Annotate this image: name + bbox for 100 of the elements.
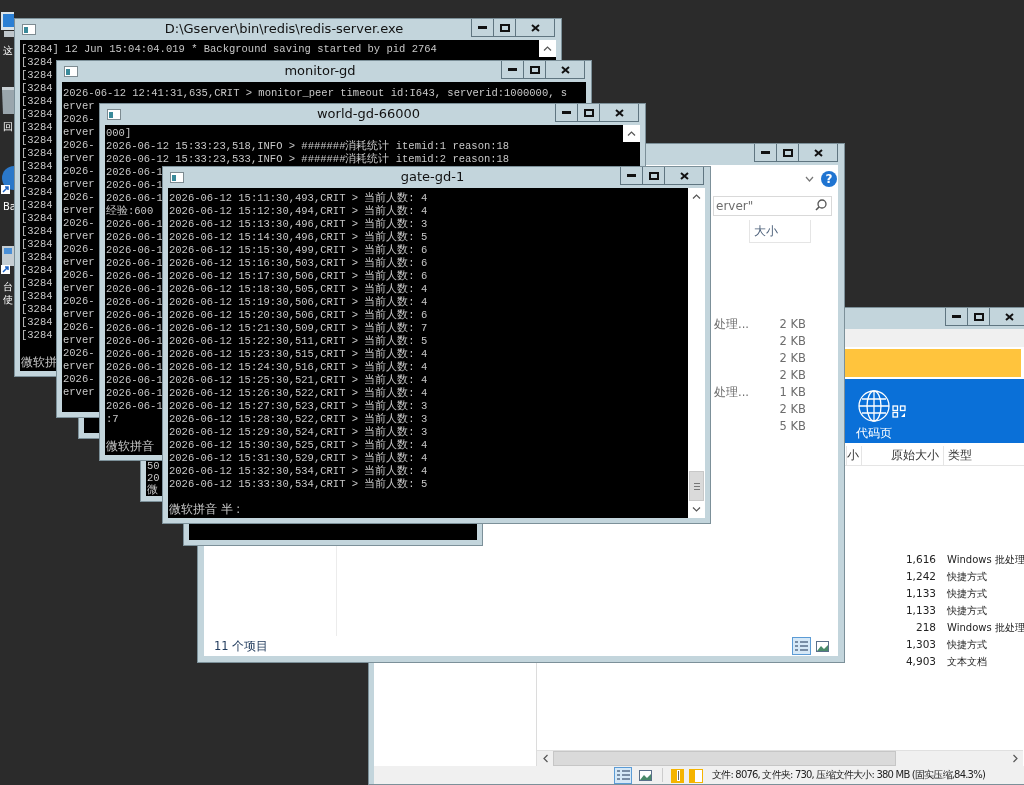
console-line: erver [63, 203, 95, 217]
console-line: [3284 [21, 108, 53, 121]
console-line: 2026-06-12 15:22:30,511,CRIT > 当前人数: 5 [169, 334, 428, 348]
console-line: 000] [106, 127, 132, 140]
maximize-icon [529, 65, 540, 74]
console-line: 2026-06-12 15:29:30,524,CRIT > 当前人数: 3 [169, 425, 428, 439]
console-line: 2026- [63, 268, 95, 282]
minimize-button[interactable] [754, 144, 777, 162]
scroll-thumb[interactable] [689, 471, 704, 501]
console-line: 2026-06-12 15:31:30,529,CRIT > 当前人数: 4 [169, 451, 428, 465]
console-icon [22, 24, 36, 35]
details-view-icon [795, 640, 808, 652]
console-line: [3284 [21, 316, 53, 329]
close-button[interactable] [664, 167, 704, 185]
console-line: 2026-06-12 15:26:30,522,CRIT > 当前人数: 4 [169, 386, 428, 400]
minimize-icon [508, 68, 517, 71]
minimize-button[interactable] [471, 19, 494, 37]
console-line: 2026- [63, 216, 95, 230]
chevron-right-icon [1012, 754, 1018, 763]
maximize-icon [583, 108, 594, 117]
file-type: Windows 批处理 [946, 621, 1024, 635]
icon-label: 这 [2, 44, 14, 57]
icon-label: 台 使 [2, 280, 14, 306]
maximize-icon [782, 148, 793, 157]
console-line: erver [63, 359, 95, 373]
file-size: 1,303 [904, 637, 937, 652]
console-line: [3284 [21, 251, 53, 264]
column-header[interactable]: 大小 [749, 220, 811, 243]
console-line: 2026-06-1 [106, 400, 163, 413]
minimize-button[interactable] [945, 308, 968, 326]
close-icon [560, 65, 570, 74]
console-line: 2026-06-12 15:33:30,534,CRIT > 当前人数: 5 [169, 477, 428, 491]
caret-icon[interactable] [805, 175, 814, 182]
console-line: 2026- [63, 138, 95, 152]
console-line: [3284 [21, 290, 53, 303]
console-line: 2026-06-12 15:18:30,505,CRIT > 当前人数: 4 [169, 282, 428, 296]
details-view-button[interactable] [792, 637, 811, 655]
console-line: 2026-06-1 [106, 270, 163, 283]
ime-status: 微软拼音 半 : [169, 501, 241, 518]
console-line: 2026-06-12 15:25:30,521,CRIT > 当前人数: 4 [169, 373, 428, 387]
close-button[interactable] [545, 61, 585, 79]
column-header[interactable]: 原始大小 [861, 446, 943, 465]
console-line: 2026-06-12 15:32:30,534,CRIT > 当前人数: 4 [169, 464, 428, 478]
scroll-up-button[interactable] [539, 40, 556, 57]
chevron-down-icon [692, 507, 701, 512]
console-icon [64, 66, 78, 77]
details-view-button[interactable] [614, 766, 632, 784]
console-line: 2026- [63, 294, 95, 308]
close-button[interactable] [798, 144, 838, 162]
file-size: 4,903 [904, 654, 937, 669]
minimize-icon [761, 151, 770, 154]
console-line: erver [63, 177, 95, 191]
qr-code-icon[interactable] [892, 404, 906, 418]
console-line: [3284 [21, 147, 53, 160]
icon-label: 回 [2, 120, 14, 133]
file-type: Windows 批处理 [946, 553, 1024, 567]
help-button[interactable]: ? [821, 170, 837, 187]
folder-icon [689, 767, 704, 783]
console-line: 2026-06-12 12:41:31,635,CRIT > monitor_peer timeout id:I643, serverid:1000000, s [63, 86, 568, 100]
minimize-button[interactable] [555, 104, 578, 122]
file-size: 2 KB [778, 367, 807, 384]
console-line: [3284 [21, 95, 53, 108]
close-button[interactable] [515, 19, 555, 37]
item-count: 11 个项目 [214, 638, 270, 654]
ime-status: 微软拼 [21, 354, 57, 371]
scroll-up-button[interactable] [623, 125, 640, 142]
console-line: 2026-06-1 [106, 374, 163, 387]
console-line: 2026-06-1 [106, 179, 163, 192]
console-line: 2026-06-12 15:16:30,503,CRIT > 当前人数: 6 [169, 256, 428, 270]
console-line: 2026- [63, 372, 95, 386]
console-line: [3284 [21, 69, 53, 82]
console-line: erver [63, 99, 95, 113]
console-line: 2026-06-1 [106, 166, 163, 179]
file-size: 1 KB [778, 384, 807, 401]
close-button[interactable] [599, 104, 639, 122]
ribbon-button[interactable]: 代码页 [856, 389, 892, 441]
console-line: [3284 [21, 134, 53, 147]
console-line: [3284 [21, 329, 53, 342]
column-header[interactable]: 小 [846, 446, 861, 465]
console-line: [3284 [21, 264, 53, 277]
console-line: erver [63, 125, 95, 139]
console-line: 2026-06-12 15:13:30,496,CRIT > 当前人数: 3 [169, 217, 428, 231]
column-header[interactable]: 类型 [943, 446, 1024, 465]
console-line: erver [63, 385, 95, 399]
console-line: 2026-06-1 [106, 348, 163, 361]
scroll-thumb[interactable] [553, 751, 896, 766]
console-line: 2026-06-12 15:23:30,515,CRIT > 当前人数: 4 [169, 347, 428, 361]
console-line: :7 [106, 413, 119, 426]
chevron-left-icon [542, 754, 548, 763]
minimize-button[interactable] [620, 167, 643, 185]
chevron-up-icon [543, 46, 552, 51]
picture-view-icon [816, 640, 829, 652]
console-line: 2026-06-1 [106, 192, 163, 205]
console-line: 20 [147, 472, 160, 484]
details-view-icon [616, 769, 630, 781]
minimize-button[interactable] [501, 61, 524, 79]
search-icon[interactable] [815, 199, 827, 211]
console-line: 2026- [63, 242, 95, 256]
search-field[interactable]: erver" [713, 196, 832, 216]
console-icon [170, 172, 184, 183]
